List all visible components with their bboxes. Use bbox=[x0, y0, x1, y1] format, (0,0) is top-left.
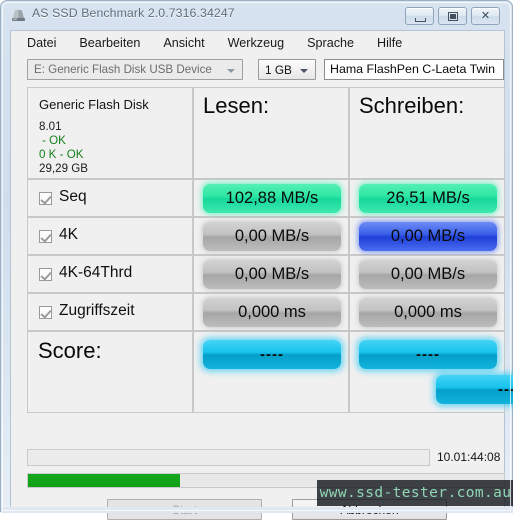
read-column-header: Lesen: bbox=[193, 87, 349, 179]
score-cell-read: ---- bbox=[193, 331, 349, 413]
test-label: Zugriffszeit bbox=[59, 302, 135, 319]
test-row-label-4k[interactable]: 4K bbox=[27, 217, 193, 255]
result-value: 102,88 MB/s bbox=[203, 184, 341, 213]
menu-item-datei[interactable]: Datei bbox=[27, 33, 56, 53]
test-label: 4K-64Thrd bbox=[59, 264, 133, 281]
write-header-label: Schreiben: bbox=[359, 93, 465, 118]
minimize-button[interactable] bbox=[405, 7, 434, 25]
score-row: Score: ---- ---- ---- bbox=[27, 331, 513, 413]
status-bar bbox=[27, 449, 430, 466]
chevron-down-icon bbox=[227, 69, 235, 73]
benchmark-grid: Generic Flash Disk 8.01 - OK 0 K - OK 29… bbox=[27, 87, 513, 413]
test-row-label-4k64thrd[interactable]: 4K-64Thrd bbox=[27, 255, 193, 293]
table-row: Zugriffszeit 0,000 ms 0,000 ms bbox=[27, 293, 505, 331]
restore-button[interactable] bbox=[438, 7, 467, 25]
close-icon: ✕ bbox=[480, 9, 491, 22]
client-area: Datei Bearbeiten Ansicht Werkzeug Sprach… bbox=[10, 30, 513, 520]
result-value: 26,51 MB/s bbox=[359, 184, 497, 213]
menu-item-ansicht[interactable]: Ansicht bbox=[163, 33, 204, 53]
result-cell-4k64thrd-read: 0,00 MB/s bbox=[193, 255, 349, 293]
watermark-text: www.ssd-tester.com.au bbox=[319, 485, 512, 501]
device-name-value: Hama FlashPen C-Laeta Twin bbox=[330, 62, 496, 76]
disk-info-panel: Generic Flash Disk 8.01 - OK 0 K - OK 29… bbox=[27, 87, 193, 179]
result-cell-4k-write: 0,00 MB/s bbox=[349, 217, 505, 255]
disk-firmware: 8.01 bbox=[39, 120, 62, 133]
checkbox-4k-64thrd[interactable] bbox=[39, 268, 52, 281]
table-row: 4K 0,00 MB/s 0,00 MB/s bbox=[27, 217, 505, 255]
hard-disk-icon bbox=[12, 10, 25, 21]
progress-bar-fill bbox=[28, 474, 181, 487]
window-bottom-edge bbox=[1, 507, 513, 513]
disk-offset-status: 0 K - OK bbox=[39, 148, 84, 161]
menu-item-werkzeug[interactable]: Werkzeug bbox=[228, 33, 284, 53]
grid-header-row: Generic Flash Disk 8.01 - OK 0 K - OK 29… bbox=[27, 87, 505, 179]
score-label: Score: bbox=[38, 338, 102, 363]
test-size-select[interactable]: 1 GB bbox=[258, 59, 316, 80]
test-label: Seq bbox=[59, 188, 87, 205]
title-bar: AS SSD Benchmark 2.0.7316.34247 ✕ bbox=[1, 1, 513, 30]
checkbox-4k[interactable] bbox=[39, 230, 52, 243]
score-label-cell: Score: bbox=[27, 331, 193, 413]
menu-item-sprache[interactable]: Sprache bbox=[307, 33, 354, 53]
application-window: AS SSD Benchmark 2.0.7316.34247 ✕ Datei … bbox=[0, 0, 513, 520]
menu-bar: Datei Bearbeiten Ansicht Werkzeug Sprach… bbox=[11, 31, 504, 55]
checkbox-zugriffszeit[interactable] bbox=[39, 306, 52, 319]
result-cell-accesstime-read: 0,000 ms bbox=[193, 293, 349, 331]
test-size-value: 1 GB bbox=[265, 63, 292, 77]
device-name-input[interactable]: Hama FlashPen C-Laeta Twin bbox=[324, 59, 504, 80]
write-column-header: Schreiben: bbox=[349, 87, 505, 179]
minimize-icon bbox=[415, 18, 426, 22]
result-value: 0,00 MB/s bbox=[359, 222, 497, 251]
table-row: 4K-64Thrd 0,00 MB/s 0,00 MB/s bbox=[27, 255, 505, 293]
watermark-overlay: www.ssd-tester.com.au bbox=[317, 480, 513, 506]
elapsed-time: 10.01:44:08 bbox=[437, 450, 501, 464]
disk-capacity: 29,29 GB bbox=[39, 162, 88, 175]
menu-item-hilfe[interactable]: Hilfe bbox=[377, 33, 402, 53]
disk-alignment-status: - OK bbox=[42, 134, 66, 147]
drive-select-value: E: Generic Flash Disk USB Device bbox=[34, 63, 212, 76]
read-header-label: Lesen: bbox=[203, 93, 270, 118]
chevron-down-icon bbox=[300, 69, 308, 73]
result-value: 0,00 MB/s bbox=[359, 260, 497, 289]
table-row: Seq 102,88 MB/s 26,51 MB/s bbox=[27, 179, 505, 217]
window-title: AS SSD Benchmark 2.0.7316.34247 bbox=[32, 6, 235, 20]
drive-select[interactable]: E: Generic Flash Disk USB Device bbox=[27, 59, 243, 80]
test-row-label-zugriffszeit[interactable]: Zugriffszeit bbox=[27, 293, 193, 331]
result-cell-accesstime-write: 0,000 ms bbox=[349, 293, 505, 331]
test-row-label-seq[interactable]: Seq bbox=[27, 179, 193, 217]
result-value: 0,00 MB/s bbox=[203, 260, 341, 289]
result-cell-4k-read: 0,00 MB/s bbox=[193, 217, 349, 255]
disk-model: Generic Flash Disk bbox=[39, 97, 149, 112]
close-button[interactable]: ✕ bbox=[471, 7, 500, 25]
checkbox-seq[interactable] bbox=[39, 192, 52, 205]
result-cell-seq-read: 102,88 MB/s bbox=[193, 179, 349, 217]
result-cell-seq-write: 26,51 MB/s bbox=[349, 179, 505, 217]
result-value: 0,000 ms bbox=[359, 298, 497, 327]
test-label: 4K bbox=[59, 226, 78, 243]
score-cell-write: ---- ---- bbox=[349, 331, 513, 413]
score-write-value: ---- bbox=[359, 340, 497, 369]
score-read-value: ---- bbox=[203, 340, 341, 369]
result-value: 0,00 MB/s bbox=[203, 222, 341, 251]
menu-item-bearbeiten[interactable]: Bearbeiten bbox=[79, 33, 140, 53]
result-cell-4k64thrd-write: 0,00 MB/s bbox=[349, 255, 505, 293]
result-value: 0,000 ms bbox=[203, 298, 341, 327]
score-total-value: ---- bbox=[436, 375, 513, 404]
